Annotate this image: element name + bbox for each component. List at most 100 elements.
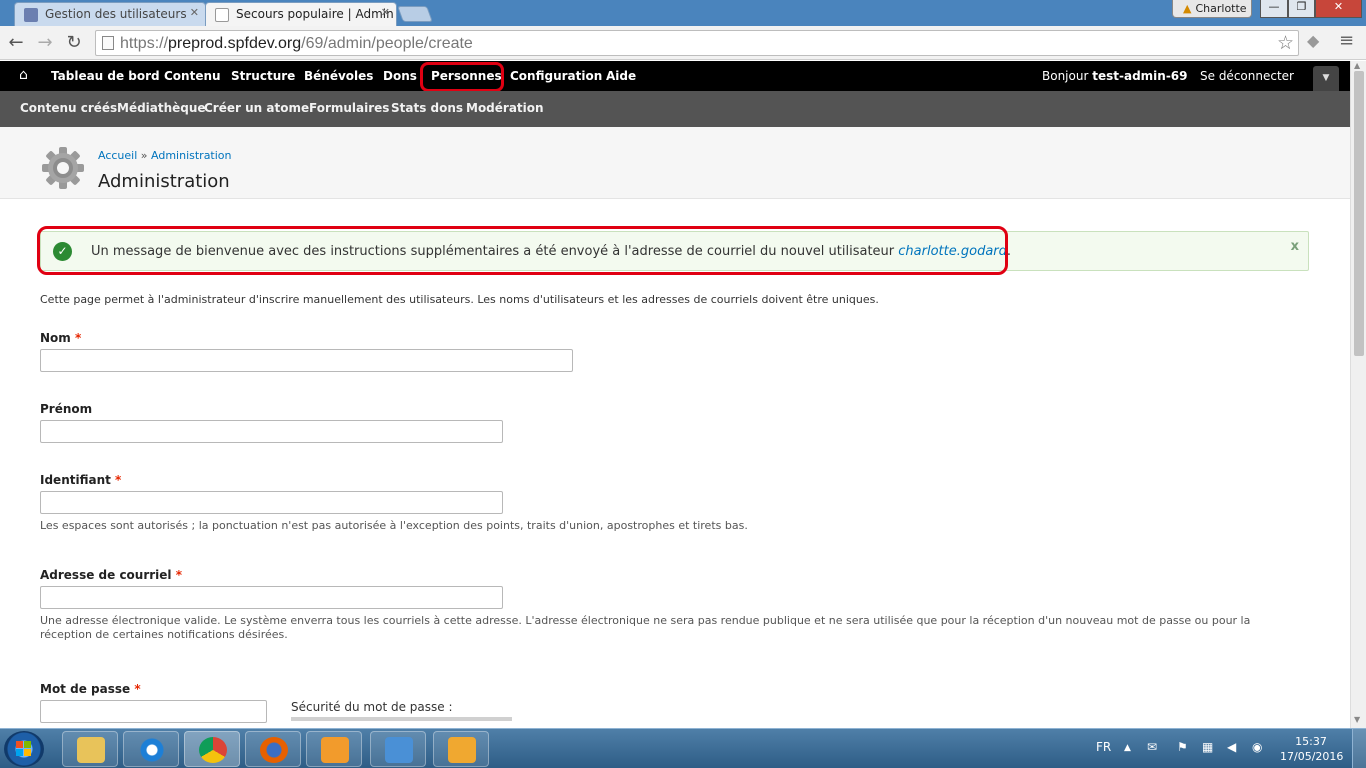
nom-label: Nom * xyxy=(40,331,82,345)
windows-taskbar: FR ▲ ✉ ⚑ ▦ ◀ ◉ 15:37 17/05/2016 xyxy=(0,728,1366,768)
shortcut-formulaires[interactable]: Formulaires xyxy=(309,101,389,115)
logout-link[interactable]: Se déconnecter xyxy=(1200,69,1294,83)
clock-time: 15:37 xyxy=(1295,735,1327,748)
identifiant-input[interactable] xyxy=(40,491,503,514)
windows-logo-icon xyxy=(16,741,32,757)
new-tab-button[interactable] xyxy=(397,6,433,22)
language-indicator[interactable]: FR xyxy=(1096,740,1111,754)
browser-tab-bar: Gestion des utilisateurs ✕ Secours popul… xyxy=(0,0,1366,26)
page-content: ⌂ Tableau de bord Contenu Structure Béné… xyxy=(0,61,1350,728)
shortcut-bar: Contenu créés Médiathèque Créer un atome… xyxy=(0,91,1350,127)
tab-close-icon[interactable]: ✕ xyxy=(190,6,199,19)
extension-icon[interactable]: ◆ xyxy=(1307,31,1319,50)
menu-item-tableau-de-bord[interactable]: Tableau de bord xyxy=(51,69,160,83)
shortcut-moderation[interactable]: Modération xyxy=(466,101,544,115)
mail-tray-icon[interactable]: ✉ xyxy=(1147,740,1157,754)
back-arrow-icon[interactable]: ← xyxy=(5,32,27,53)
clock-date: 17/05/2016 xyxy=(1280,750,1344,763)
prenom-label: Prénom xyxy=(40,402,93,416)
volume-tray-icon[interactable]: ◀ xyxy=(1227,740,1236,754)
windows-start-button[interactable] xyxy=(4,731,44,767)
outlook-icon xyxy=(448,737,476,763)
breadcrumb-home-link[interactable]: Accueil xyxy=(98,149,137,162)
page-header: Accueil » Administration Administration xyxy=(0,127,1350,199)
page-icon xyxy=(102,36,114,50)
profile-button[interactable]: ▲ Charlotte xyxy=(1172,0,1252,18)
scroll-up-icon[interactable]: ▲ xyxy=(1354,61,1360,70)
menu-item-configuration[interactable]: Configuration xyxy=(510,69,602,83)
taskbar-media[interactable] xyxy=(306,731,362,767)
taskbar-ie[interactable] xyxy=(123,731,179,767)
menu-item-contenu[interactable]: Contenu xyxy=(164,69,221,83)
tab-close-icon[interactable]: ✕ xyxy=(381,6,390,19)
folder-icon xyxy=(77,737,105,763)
chrome-icon xyxy=(199,737,227,763)
user-greeting: Bonjour test-admin-69 xyxy=(1042,69,1188,83)
system-clock[interactable]: 15:37 17/05/2016 xyxy=(1280,734,1344,764)
identifiant-label: Identifiant * xyxy=(40,473,122,487)
warning-icon: ▲ xyxy=(1183,2,1192,15)
admin-menu: ⌂ Tableau de bord Contenu Structure Béné… xyxy=(0,61,1350,92)
forward-arrow-icon[interactable]: → xyxy=(34,32,56,53)
profile-name: Charlotte xyxy=(1195,2,1247,15)
chevron-down-icon[interactable]: ▼ xyxy=(1313,66,1339,91)
mail-favicon-icon xyxy=(24,8,38,22)
home-icon[interactable]: ⌂ xyxy=(19,67,28,83)
firefox-icon xyxy=(260,737,288,763)
browser-tab-gestion[interactable]: Gestion des utilisateurs ✕ xyxy=(14,2,206,26)
shortcut-stats-dons[interactable]: Stats dons xyxy=(391,101,463,115)
password-input[interactable] xyxy=(40,700,267,723)
page-title: Administration xyxy=(98,171,230,192)
ie-icon xyxy=(138,737,166,763)
personnes-highlight xyxy=(420,62,504,92)
menu-item-benevoles[interactable]: Bénévoles xyxy=(304,69,373,83)
bookmark-star-icon[interactable]: ☆ xyxy=(1277,32,1294,54)
browser-menu-icon[interactable]: ≡ xyxy=(1339,30,1354,51)
menu-item-dons[interactable]: Dons xyxy=(383,69,417,83)
password-strength-bar xyxy=(291,717,512,721)
taskbar-lync[interactable] xyxy=(370,731,426,767)
shortcut-mediatheque[interactable]: Médiathèque xyxy=(117,101,206,115)
message-highlight xyxy=(37,226,1008,275)
email-input[interactable] xyxy=(40,586,503,609)
page-favicon-icon xyxy=(215,8,229,22)
minimize-button[interactable]: — xyxy=(1260,0,1288,18)
shortcut-contenu-crees[interactable]: Contenu créés xyxy=(20,101,117,115)
prenom-input[interactable] xyxy=(40,420,503,443)
tab-title: Gestion des utilisateurs xyxy=(45,7,187,21)
nom-input[interactable] xyxy=(40,349,573,372)
shortcut-creer-un-atome[interactable]: Créer un atome xyxy=(204,101,309,115)
taskbar-chrome[interactable] xyxy=(184,731,240,767)
browser-toolbar: ← → ↻ https://preprod.spfdev.org/69/admi… xyxy=(0,26,1366,60)
reload-icon[interactable]: ↻ xyxy=(63,32,85,53)
address-bar[interactable]: https://preprod.spfdev.org/69/admin/peop… xyxy=(95,30,1299,56)
security-tray-icon[interactable]: ◉ xyxy=(1252,740,1262,754)
taskbar-firefox[interactable] xyxy=(245,731,301,767)
username[interactable]: test-admin-69 xyxy=(1092,69,1187,83)
taskbar-outlook[interactable] xyxy=(433,731,489,767)
lync-icon xyxy=(385,737,413,763)
media-player-icon xyxy=(321,737,349,763)
menu-item-structure[interactable]: Structure xyxy=(231,69,295,83)
tab-title: Secours populaire | Admin xyxy=(236,7,394,21)
page-scrollbar[interactable]: ▲ ▼ xyxy=(1350,61,1366,728)
maximize-button[interactable]: ❐ xyxy=(1288,0,1315,18)
password-label: Mot de passe * xyxy=(40,682,141,696)
close-message-icon[interactable]: x xyxy=(1291,239,1299,254)
show-desktop-button[interactable] xyxy=(1352,729,1366,768)
identifiant-description: Les espaces sont autorisés ; la ponctuat… xyxy=(40,519,748,532)
url-text: https://preprod.spfdev.org/69/admin/peop… xyxy=(120,35,473,52)
breadcrumb: Accueil » Administration xyxy=(98,149,232,162)
menu-item-aide[interactable]: Aide xyxy=(606,69,636,83)
close-window-button[interactable]: ✕ xyxy=(1315,0,1362,18)
tray-expand-icon[interactable]: ▲ xyxy=(1124,743,1131,753)
flag-tray-icon[interactable]: ⚑ xyxy=(1177,740,1188,754)
email-description: Une adresse électronique valide. Le syst… xyxy=(40,614,1251,641)
breadcrumb-admin-link[interactable]: Administration xyxy=(151,149,232,162)
browser-tab-secours[interactable]: Secours populaire | Admin ✕ xyxy=(205,2,397,26)
taskbar-explorer[interactable] xyxy=(62,731,118,767)
email-label: Adresse de courriel * xyxy=(40,568,183,582)
scroll-thumb[interactable] xyxy=(1354,71,1364,356)
scroll-down-icon[interactable]: ▼ xyxy=(1354,715,1360,724)
network-tray-icon[interactable]: ▦ xyxy=(1202,740,1213,754)
